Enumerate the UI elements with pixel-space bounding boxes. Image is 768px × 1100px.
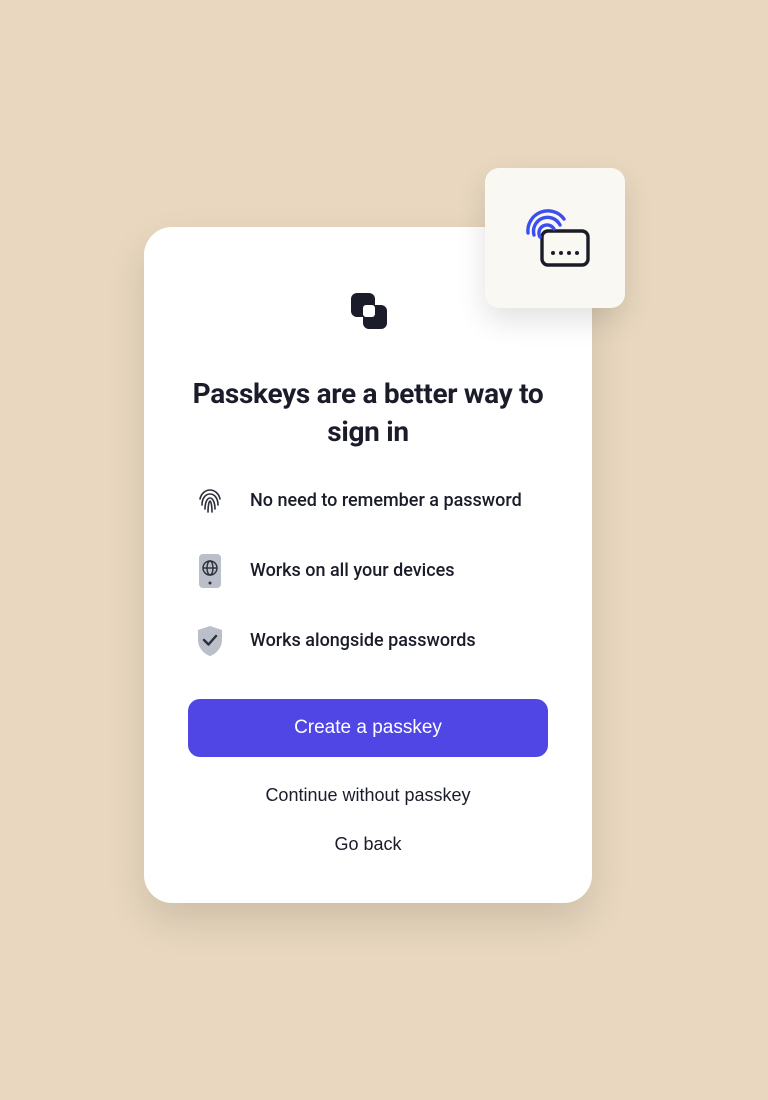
passkey-badge — [485, 168, 625, 308]
feature-text: Works alongside passwords — [250, 630, 476, 651]
page-title: Passkeys are a better way to sign in — [188, 375, 548, 451]
shield-check-icon — [194, 625, 226, 657]
feature-list: No need to remember a password Works on … — [188, 485, 548, 657]
feature-item: No need to remember a password — [188, 485, 548, 517]
go-back-button[interactable]: Go back — [334, 834, 401, 855]
feature-text: No need to remember a password — [250, 490, 522, 511]
app-logo — [341, 283, 395, 341]
feature-item: Works on all your devices — [188, 555, 548, 587]
fingerprint-icon — [194, 485, 226, 517]
device-globe-icon — [194, 555, 226, 587]
feature-text: Works on all your devices — [250, 560, 455, 581]
passkey-card: Passkeys are a better way to sign in No … — [144, 227, 592, 903]
create-passkey-button[interactable]: Create a passkey — [188, 699, 548, 757]
passkey-fingerprint-device-icon — [514, 195, 596, 281]
feature-item: Works alongside passwords — [188, 625, 548, 657]
continue-without-passkey-button[interactable]: Continue without passkey — [265, 785, 470, 806]
